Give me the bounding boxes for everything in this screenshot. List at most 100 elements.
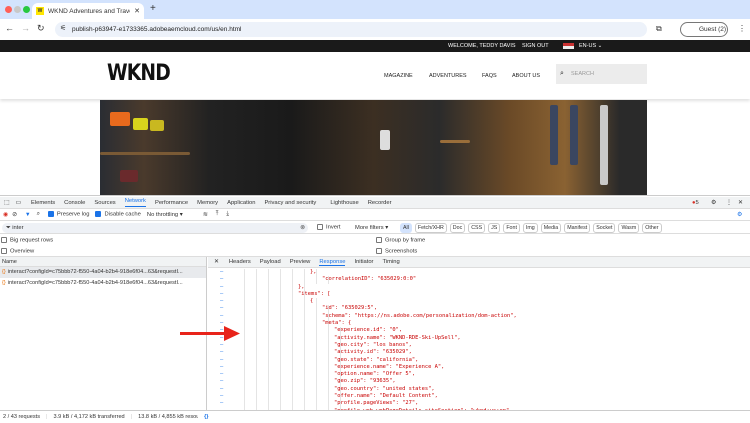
type-font[interactable]: Font [503,222,520,233]
filter-icon[interactable]: ▼ [25,212,31,218]
export-har-icon[interactable]: ⤓ [226,211,229,218]
fold-marker-icon[interactable]: – [220,371,223,378]
more-filters-dropdown[interactable]: More filters ▾ [355,225,388,231]
locale-selector[interactable]: EN-US ⌄ [579,40,602,52]
forward-icon[interactable]: → [21,23,30,33]
big-request-rows-checkbox[interactable]: Big request rows [1,237,53,244]
search-icon[interactable]: ⌕ [37,211,40,218]
tab-recorder[interactable]: Recorder [368,200,392,206]
type-fetch-xhr[interactable]: Fetch/XHR [414,222,447,233]
fold-marker-icon[interactable]: – [220,357,223,364]
device-toolbar-icon[interactable]: ▭ [15,200,20,206]
fold-marker-icon[interactable]: – [220,291,223,298]
fold-marker-icon[interactable]: – [220,364,223,371]
fold-marker-icon[interactable]: – [220,349,223,356]
overview-checkbox[interactable]: Overview [1,247,34,254]
type-socket[interactable]: Socket [593,222,616,233]
fold-marker-icon[interactable]: – [220,400,223,407]
close-window-button[interactable] [5,6,12,13]
tab-payload[interactable]: Payload [260,259,281,265]
type-js[interactable]: JS [488,222,501,233]
tab-console[interactable]: Console [64,200,85,206]
error-badge[interactable]: ●5 [692,200,699,206]
fold-marker-icon[interactable]: – [220,305,223,312]
site-info-icon[interactable]: ⚟ [60,24,66,32]
network-settings-icon[interactable]: ⚙ [737,212,742,218]
preserve-log-checkbox[interactable]: Preserve log [47,211,89,218]
more-options-icon[interactable]: ⋮ [726,200,732,206]
wknd-logo[interactable]: WKND [107,61,171,86]
tab-headers[interactable]: Headers [229,259,251,265]
minimize-window-button[interactable] [14,6,21,13]
tab-network[interactable]: Network [124,198,146,207]
new-tab-button[interactable]: + [150,3,156,14]
tab-preview[interactable]: Preview [290,259,311,265]
code-text: "geo.city": "los banos", [334,341,412,348]
clear-icon[interactable]: ⊘ [12,212,17,218]
fold-marker-icon[interactable]: – [220,386,223,393]
tab-initiator[interactable]: Initiator [354,259,373,265]
throttling-select[interactable]: No throttling ▾ [147,212,197,218]
tab-privacy-security[interactable]: Privacy and security [264,200,316,206]
screenshots-checkbox[interactable]: Screenshots [376,247,417,254]
close-devtools-icon[interactable]: ✕ [738,200,743,206]
inspect-element-icon[interactable]: ⬚ [4,200,9,206]
record-icon[interactable]: ◉ [3,212,8,218]
code-line: – "items": [ [208,290,750,299]
close-detail-icon[interactable]: ✕ [214,259,219,265]
disable-cache-checkbox[interactable]: Disable cache [95,211,141,218]
browser-tab[interactable]: W WKND Adventures and Travel ✕ [32,3,144,19]
fold-marker-icon[interactable]: – [220,313,223,320]
type-img[interactable]: Img [522,222,538,233]
clear-filter-icon[interactable]: ⊗ [300,223,305,233]
menu-icon[interactable]: ⋮ [738,24,746,33]
tab-lighthouse[interactable]: Lighthouse [330,200,358,206]
fold-marker-icon[interactable]: – [220,393,223,400]
invert-checkbox[interactable]: Invert [317,224,341,231]
type-all[interactable]: All [400,222,412,233]
settings-icon[interactable]: ⚙ [711,200,716,206]
back-icon[interactable]: ← [5,23,14,33]
tab-elements[interactable]: Elements [31,200,55,206]
group-by-frame-checkbox[interactable]: Group by frame [376,237,425,244]
tab-response[interactable]: Response [319,259,346,266]
request-row[interactable]: {} interact?configId=c75bbb72-f550-4a04-b… [0,267,206,278]
type-css[interactable]: CSS [468,222,486,233]
maximize-window-button[interactable] [23,6,30,13]
fold-marker-icon[interactable]: – [220,284,223,291]
fold-marker-icon[interactable]: – [220,378,223,385]
nav-about-us[interactable]: ABOUT US [512,73,540,79]
indent-guide [268,378,269,386]
request-row[interactable]: {} interact?configId=c75bbb72-f550-4a04-b… [0,278,206,289]
nav-adventures[interactable]: ADVENTURES [429,73,467,79]
fold-marker-icon[interactable]: – [220,342,223,349]
indent-guide [316,320,317,328]
sign-out-link[interactable]: SIGN OUT [522,40,549,52]
type-wasm[interactable]: Wasm [618,222,640,233]
tab-search-icon[interactable]: ⧉ [656,24,662,34]
nav-magazine[interactable]: MAGAZINE [384,73,413,79]
network-conditions-icon[interactable]: ≋ [203,212,208,218]
nav-faqs[interactable]: FAQS [482,73,497,79]
type-other[interactable]: Other [642,222,662,233]
close-tab-icon[interactable]: ✕ [134,7,140,15]
import-har-icon[interactable]: ⤒ [216,211,219,218]
fold-marker-icon[interactable]: – [220,298,223,305]
tab-timing[interactable]: Timing [382,259,399,265]
reload-icon[interactable]: ↻ [37,23,45,34]
type-doc[interactable]: Doc [449,222,466,233]
type-manifest[interactable]: Manifest [564,222,591,233]
name-column-header[interactable]: Name [0,257,206,267]
url-input[interactable]: publish-p63947-e1733365.adobeaemcloud.co… [55,22,647,37]
profile-button[interactable]: Guest (2) [680,22,728,37]
site-search-input[interactable]: ⌕ SEARCH [556,64,647,84]
type-media[interactable]: Media [540,222,562,233]
fold-marker-icon[interactable]: – [220,269,223,276]
tab-sources[interactable]: Sources [94,200,115,206]
tab-application[interactable]: Application [227,200,255,206]
pretty-print-icon[interactable]: {} [204,411,208,423]
tab-performance[interactable]: Performance [155,200,188,206]
tab-memory[interactable]: Memory [197,200,218,206]
fold-marker-icon[interactable]: – [220,276,223,283]
filter-input[interactable]: ⏷ inter ⊗ [2,223,308,233]
